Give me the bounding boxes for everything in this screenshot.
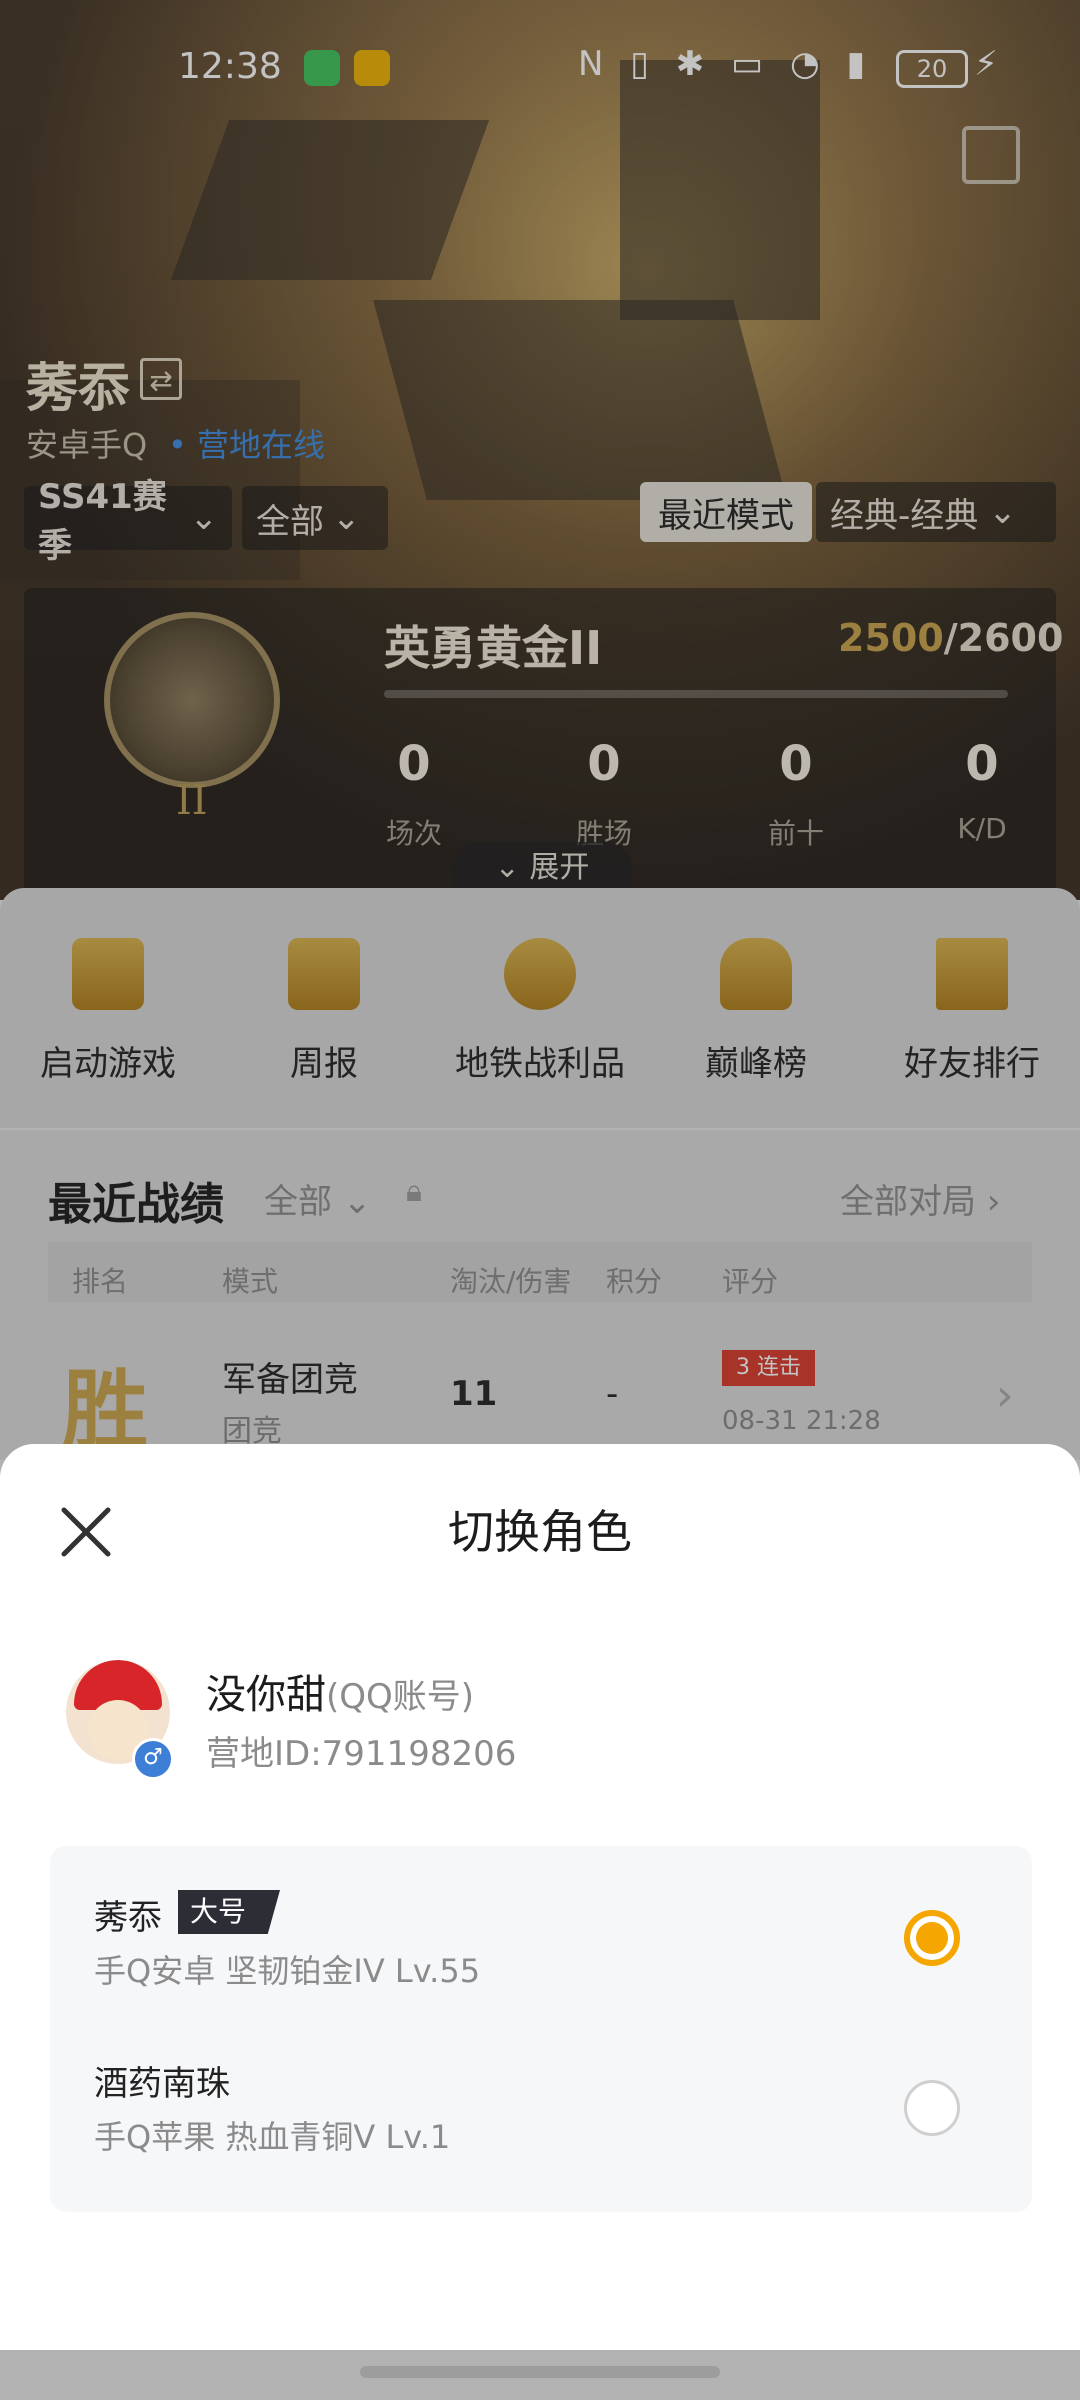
radio-unselected[interactable]	[904, 2080, 960, 2136]
role-list: 莠忝 大号 手Q安卓 坚韧铂金IV Lv.55 酒药南珠 手Q苹果 热血青铜V …	[50, 1846, 1032, 2212]
role-name: 酒药南珠	[94, 2064, 230, 2104]
male-gender-icon: ♂	[132, 1738, 174, 1780]
radio-selected[interactable]	[904, 1910, 960, 1966]
switch-role-sheet: 切换角色 ♂ 没你甜(QQ账号) 营地ID:791198206 莠忝 大号 手Q…	[0, 1444, 1080, 2350]
account-name: 没你甜(QQ账号)	[206, 1672, 475, 1718]
main-account-tag: 大号	[178, 1890, 281, 1934]
role-name: 莠忝	[94, 1898, 162, 1938]
list-item[interactable]: 莠忝 大号 手Q安卓 坚韧铂金IV Lv.55	[50, 1846, 1032, 2016]
role-details: 手Q苹果 热血青铜V Lv.1	[94, 2118, 451, 2156]
role-details: 手Q安卓 坚韧铂金IV Lv.55	[94, 1952, 481, 1990]
sheet-title: 切换角色	[448, 1505, 632, 1559]
home-indicator[interactable]	[360, 2366, 720, 2378]
camp-id: 营地ID:791198206	[206, 1734, 517, 1774]
list-item[interactable]: 酒药南珠 手Q苹果 热血青铜V Lv.1	[50, 2016, 1032, 2186]
